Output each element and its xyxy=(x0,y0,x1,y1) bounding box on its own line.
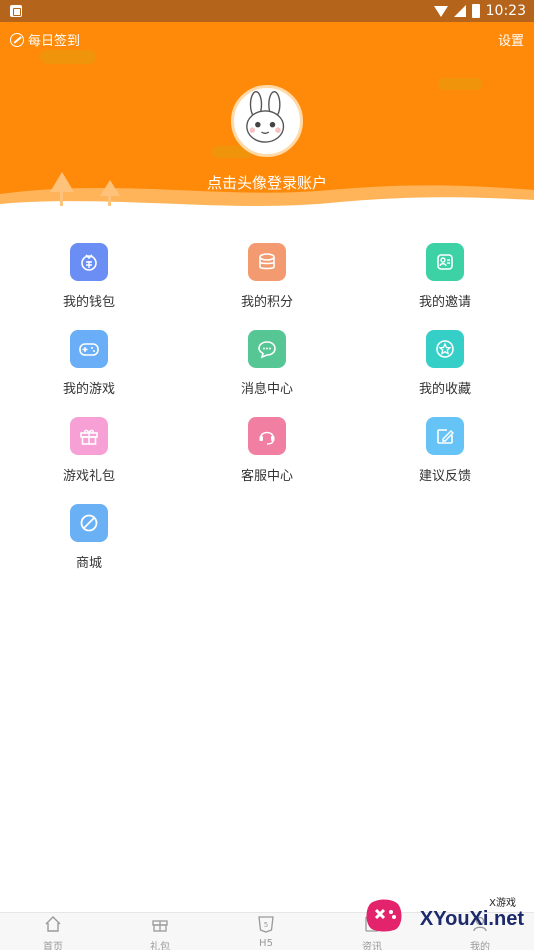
menu-item-label: 客服中心 xyxy=(240,469,293,484)
menu-item-label: 我的游戏 xyxy=(62,382,115,397)
tab-label: 礼包 xyxy=(150,942,170,950)
menu-item-messages[interactable]: 消息中心 xyxy=(207,330,327,397)
menu-item-invite[interactable]: 我的邀请 xyxy=(385,243,505,310)
tab-h5[interactable]: 5 H5 xyxy=(236,915,296,949)
invite-icon xyxy=(426,243,464,281)
shop-icon xyxy=(70,504,108,542)
checkin-label: 每日签到 xyxy=(28,34,81,49)
menu-item-points[interactable]: 我的积分 xyxy=(207,243,327,310)
menu-item-label: 游戏礼包 xyxy=(62,469,115,484)
star-icon xyxy=(426,330,464,368)
rabbit-avatar-icon xyxy=(246,90,285,143)
clock: 10:23 xyxy=(485,3,526,19)
login-prompt[interactable]: 点击头像登录账户 xyxy=(0,172,534,193)
system-icons: 10:23 xyxy=(433,3,526,19)
menu-item-label: 建议反馈 xyxy=(418,469,471,484)
message-icon xyxy=(248,330,286,368)
menu-item-games[interactable]: 我的游戏 xyxy=(29,330,149,397)
coins-icon xyxy=(248,243,286,281)
svg-text:5: 5 xyxy=(264,921,268,929)
status-bar: 10:23 xyxy=(0,0,534,22)
menu-item-shop[interactable]: 商城 xyxy=(29,504,149,571)
menu-item-label: 消息中心 xyxy=(240,382,293,397)
wifi-icon xyxy=(433,5,448,17)
menu-item-label: 我的收藏 xyxy=(418,382,471,397)
tab-gift[interactable]: 礼包 xyxy=(130,915,190,950)
cloud-decoration xyxy=(438,78,482,90)
menu-item-label: 我的邀请 xyxy=(418,295,471,310)
avatar[interactable] xyxy=(231,85,303,157)
feedback-icon xyxy=(426,417,464,455)
menu-item-wallet[interactable]: 我的钱包 xyxy=(29,243,149,310)
tab-home[interactable]: 首页 xyxy=(23,915,83,950)
menu-item-game-gifts[interactable]: 游戏礼包 xyxy=(29,417,149,484)
notification-app-icon xyxy=(10,5,22,17)
signal-icon xyxy=(453,5,466,17)
html5-icon: 5 xyxy=(258,916,274,933)
tab-label: 首页 xyxy=(43,942,63,950)
checkin-icon xyxy=(10,32,24,47)
gift-icon xyxy=(70,417,108,455)
home-icon xyxy=(45,916,61,932)
tab-label: H5 xyxy=(259,938,273,949)
menu-item-feedback[interactable]: 建议反馈 xyxy=(385,417,505,484)
menu-item-label: 商城 xyxy=(75,556,102,571)
battery-icon xyxy=(471,4,480,18)
gift-icon xyxy=(152,920,168,932)
menu-item-favorites[interactable]: 我的收藏 xyxy=(385,330,505,397)
tab-label: 我的 xyxy=(470,942,490,950)
headset-icon xyxy=(248,417,286,455)
menu-item-support[interactable]: 客服中心 xyxy=(207,417,327,484)
gamepad-icon xyxy=(70,330,108,368)
cloud-decoration xyxy=(40,50,96,64)
settings-button[interactable]: 设置 xyxy=(498,30,524,49)
checkin-button[interactable]: 每日签到 xyxy=(10,30,80,49)
tab-label: 资讯 xyxy=(362,942,382,950)
watermark-tag: X游戏 xyxy=(489,898,516,909)
wallet-icon xyxy=(70,243,108,281)
watermark-logo xyxy=(366,899,402,932)
menu-item-label: 我的钱包 xyxy=(62,295,115,310)
menu-item-label: 我的积分 xyxy=(240,295,293,310)
watermark-brand: XYouXi.net xyxy=(419,908,524,930)
profile-header: 每日签到 设置 点击头像登录账户 xyxy=(0,22,534,222)
